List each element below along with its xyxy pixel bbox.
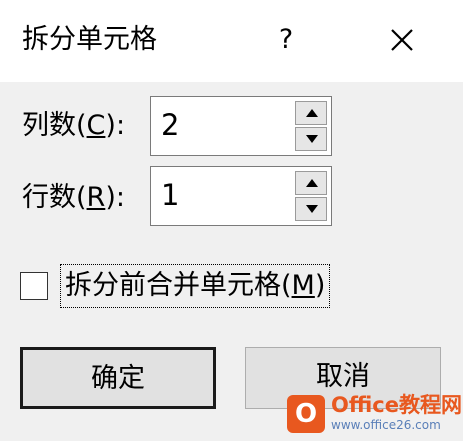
watermark-url: www.office26.com (331, 418, 441, 432)
columns-increment-button[interactable] (295, 101, 327, 125)
split-cells-dialog: 拆分单元格 ? 列数(C): 2 行数(R): 1 拆分前合并单元格(M) 确定… (0, 0, 463, 441)
help-button[interactable]: ? (272, 22, 300, 58)
rows-spin-buttons (295, 171, 327, 221)
arrow-up-icon (306, 179, 318, 187)
ok-button[interactable]: 确定 (20, 347, 216, 409)
arrow-down-icon (306, 205, 318, 213)
columns-decrement-button[interactable] (295, 127, 327, 151)
arrow-up-icon (306, 109, 318, 117)
office-logo-icon: O (287, 395, 325, 433)
close-button[interactable] (382, 20, 422, 60)
close-icon (391, 29, 413, 51)
columns-label: 列数(C): (22, 110, 126, 141)
merge-before-split-checkbox[interactable] (20, 272, 48, 300)
watermark: O Office教程网 www.office26.com (287, 393, 462, 437)
rows-increment-button[interactable] (295, 171, 327, 195)
rows-spinner[interactable]: 1 (150, 166, 332, 226)
rows-decrement-button[interactable] (295, 197, 327, 221)
columns-spin-buttons (295, 101, 327, 151)
columns-spinner[interactable]: 2 (150, 96, 332, 156)
arrow-down-icon (306, 135, 318, 143)
watermark-text: Office教程网 (331, 393, 462, 417)
columns-value[interactable]: 2 (161, 105, 179, 145)
rows-value[interactable]: 1 (161, 175, 179, 215)
logo-letter: O (294, 399, 318, 429)
rows-label: 行数(R): (22, 182, 125, 213)
dialog-title: 拆分单元格 (22, 24, 157, 55)
title-bar: 拆分单元格 ? (0, 0, 463, 82)
merge-before-split-label[interactable]: 拆分前合并单元格(M) (60, 264, 331, 308)
